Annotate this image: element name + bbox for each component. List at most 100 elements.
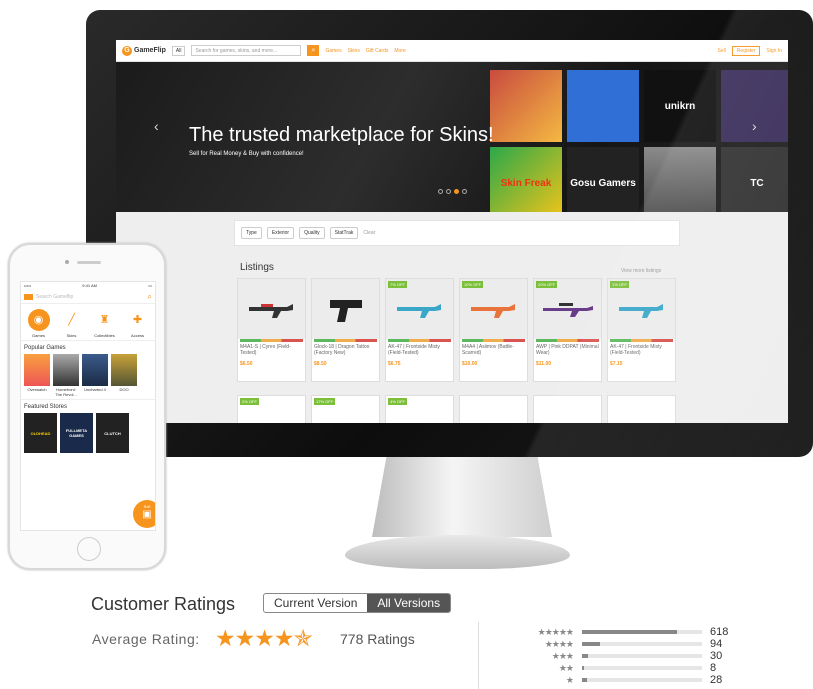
listing-card[interactable] — [533, 395, 602, 423]
phone-device: ••••• 9:41 AM ▭ Search Gameflip ⌕ ◉ Games… — [8, 243, 166, 570]
store-item[interactable]: OLDHEAD — [24, 413, 57, 453]
sell-fab-button[interactable]: Sell ▣ — [133, 500, 155, 528]
listing-card[interactable]: 17% OFF — [311, 395, 380, 423]
rifle-icon — [470, 304, 515, 318]
listing-card[interactable]: M4A1-S | Cyrex (Field-Tested) $6.50 — [237, 278, 306, 382]
phone-status-bar: ••••• 9:41 AM ▭ — [21, 282, 155, 290]
filter-exterior[interactable]: Exterior — [266, 227, 295, 239]
discount-badge: 17% OFF — [314, 398, 336, 405]
listing-card[interactable]: 10% OFF M4A4 | Asiimov (Battle-Scarred) … — [459, 278, 528, 382]
hero-tile-skin-freak[interactable]: Skin Freak — [490, 147, 562, 212]
chevron-right-icon[interactable]: › — [752, 118, 757, 134]
site-logo[interactable]: G GameFlip — [122, 45, 166, 56]
tab-all-versions[interactable]: All Versions — [367, 594, 451, 612]
filter-stattrak[interactable]: StatTrak — [329, 227, 359, 239]
nav-skins[interactable]: Skins — [348, 48, 360, 54]
listings-heading: Listings — [240, 262, 274, 273]
site-header: G GameFlip All Search for games, skins, … — [116, 40, 788, 62]
carousel-dot[interactable] — [438, 189, 443, 194]
discount-badge: 1% OFF — [610, 281, 629, 288]
search-button[interactable]: ⌕ — [307, 45, 320, 56]
filter-type[interactable]: Type — [241, 227, 262, 239]
carousel-dot[interactable] — [446, 189, 451, 194]
histogram-bar — [582, 642, 702, 646]
nav-games[interactable]: Games — [325, 48, 341, 54]
search-icon[interactable]: ⌕ — [148, 292, 152, 302]
store-item[interactable]: CLUTCH — [96, 413, 129, 453]
search-input[interactable]: Search for games, skins, and more... — [191, 45, 302, 56]
nav-more[interactable]: More — [394, 48, 405, 54]
filter-quality[interactable]: Quality — [299, 227, 325, 239]
camera-icon: ▣ — [142, 509, 152, 520]
listing-price: $10.00 — [462, 361, 478, 367]
hero-tile-gosu[interactable]: Gosu Gamers — [567, 147, 639, 212]
game-item[interactable]: Homefront: The Revol... — [53, 354, 79, 399]
monitor-stand-base — [345, 535, 570, 569]
weapon-image: 1% OFF — [608, 279, 675, 339]
game-cover — [24, 354, 50, 386]
chevron-left-icon[interactable]: ‹ — [154, 118, 159, 134]
histogram-row: ★ 28 — [520, 674, 742, 686]
listing-cards-row2: 2% OFF 17% OFF 4% OFF — [237, 395, 676, 423]
listing-name: AWP | Pink DDPAT (Minimal Wear) — [536, 344, 599, 356]
view-more-link[interactable]: View more listings — [621, 268, 661, 274]
sign-in-link[interactable]: Sign In — [766, 48, 782, 54]
hero-tile-person[interactable] — [644, 147, 716, 212]
header-actions: Sell Register Sign In — [717, 45, 782, 56]
listing-price: $8.50 — [314, 361, 327, 367]
sell-link[interactable]: Sell — [717, 48, 725, 54]
register-button[interactable]: Register — [731, 45, 761, 56]
filter-bar: Type Exterior Quality StatTrak Clear — [234, 220, 680, 246]
home-button[interactable] — [77, 537, 101, 561]
listing-card[interactable]: 7% OFF AK-47 | Frontside Misty (Field-Te… — [385, 278, 454, 382]
tab-current-version[interactable]: Current Version — [264, 594, 367, 612]
listing-card[interactable] — [607, 395, 676, 423]
phone-screen: ••••• 9:41 AM ▭ Search Gameflip ⌕ ◉ Games… — [20, 281, 156, 531]
listing-card[interactable]: Glock-18 | Dragon Tattoo (Factory New) $… — [311, 278, 380, 382]
rifle-icon — [248, 304, 293, 318]
ratings-title: Customer Ratings — [91, 594, 236, 614]
game-item[interactable]: Uncharted 4 — [82, 354, 108, 399]
histogram-row: ★★ 8 — [520, 662, 742, 674]
popular-games-list: Overwatch Homefront: The Revol... Unchar… — [21, 354, 155, 399]
store-item[interactable]: FULLMETA GAMES — [60, 413, 93, 453]
histogram-row: ★★★★ 94 — [520, 638, 742, 650]
version-tabs: Current Version All Versions — [263, 593, 452, 613]
category-select[interactable]: All — [171, 45, 186, 56]
clear-filters-link[interactable]: Clear — [363, 230, 375, 236]
carousel-dot[interactable] — [462, 189, 467, 194]
histogram-bar-fill — [582, 678, 587, 682]
phone-categories: ◉ Games ╱ Skins ♜ Collectibles ✚ Access — [21, 304, 155, 340]
listing-cards: M4A1-S | Cyrex (Field-Tested) $6.50 Gloc… — [237, 278, 676, 382]
histogram-row: ★★★★★ 618 — [520, 626, 742, 638]
category-accessories[interactable]: ✚ Access — [123, 309, 152, 338]
robot-icon: ♜ — [99, 314, 110, 326]
discount-badge: 20% OFF — [536, 281, 558, 288]
nav-gift-cards[interactable]: Gift Cards — [366, 48, 389, 54]
game-item[interactable]: Overwatch — [24, 354, 50, 399]
phone-search-input[interactable]: Search Gameflip — [36, 294, 145, 300]
listing-card[interactable]: 4% OFF — [385, 395, 454, 423]
hero-tile-tc[interactable]: TC — [721, 147, 788, 212]
listing-card[interactable]: 2% OFF — [237, 395, 306, 423]
hamburger-menu-icon[interactable] — [24, 293, 33, 300]
hero-tile-unikrn[interactable]: unikrn — [644, 70, 716, 142]
knife-icon: ╱ — [68, 314, 75, 326]
listing-card[interactable] — [459, 395, 528, 423]
weapon-image — [238, 279, 305, 339]
listing-price: $6.50 — [240, 361, 253, 367]
histogram-stars: ★★★★★ — [537, 626, 574, 637]
category-collectibles[interactable]: ♜ Collectibles — [90, 309, 119, 338]
histogram-count: 8 — [710, 662, 717, 674]
hero-tile-skull[interactable] — [567, 70, 639, 142]
discount-badge: 10% OFF — [462, 281, 484, 288]
carousel-dot-active[interactable] — [454, 189, 459, 194]
category-skins[interactable]: ╱ Skins — [57, 309, 86, 338]
listing-card[interactable]: 1% OFF AK-47 | Frontside Misty (Field-Te… — [607, 278, 676, 382]
hero-tile-food[interactable] — [490, 70, 562, 142]
category-games[interactable]: ◉ Games — [24, 309, 53, 338]
histogram-stars: ★★★★ — [544, 638, 574, 649]
listing-card[interactable]: 20% OFF AWP | Pink DDPAT (Minimal Wear) … — [533, 278, 602, 382]
ratings-count: 778 Ratings — [340, 631, 415, 647]
game-item[interactable]: DOO — [111, 354, 137, 399]
